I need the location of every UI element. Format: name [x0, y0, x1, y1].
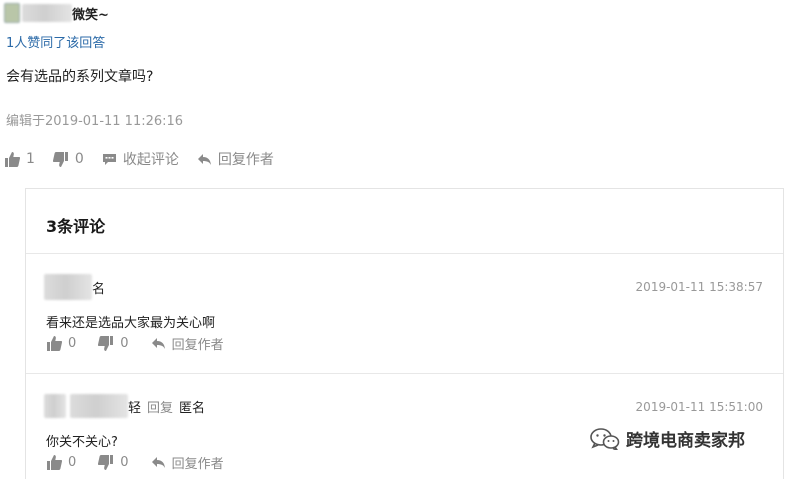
answer-content: 会有选品的系列文章吗?: [6, 69, 154, 85]
divider: [26, 253, 783, 254]
comment-downvote-count: 0: [120, 455, 129, 470]
answer-action-bar: 1 0 收起评论 回复作者: [4, 149, 292, 169]
comment-reply-author-button[interactable]: 回复作者: [151, 334, 224, 353]
comment-downvote-button[interactable]: 0: [98, 455, 129, 470]
liked-count-link[interactable]: 1人赞同了该回答: [6, 32, 105, 51]
reply-to-user[interactable]: 匿名: [179, 397, 205, 416]
reply-icon: [197, 153, 211, 165]
comment-upvote-button[interactable]: 0: [46, 455, 76, 470]
comment-time: 2019-01-11 15:51:00: [635, 400, 763, 414]
comment-author[interactable]: 轻 回复 匿名: [44, 394, 205, 418]
comment-actions: 0 0 回复作者: [46, 334, 246, 353]
comment-time: 2019-01-11 15:38:57: [635, 280, 763, 294]
downvote-count: 0: [74, 151, 84, 167]
divider: [26, 373, 783, 374]
reply-keyword: 回复: [147, 400, 174, 416]
thumbs-down-icon: [98, 336, 114, 351]
author-name-suffix: 微笑~: [72, 7, 109, 23]
thumbs-down-icon: [52, 151, 68, 167]
reply-icon: [151, 457, 165, 468]
comment-author-suffix: 名: [92, 281, 106, 297]
collapse-comments-button[interactable]: 收起评论: [102, 149, 179, 169]
comment-downvote-count: 0: [120, 336, 129, 351]
comment-author-avatar-blurred: [44, 394, 66, 418]
comment-reply-author-button[interactable]: 回复作者: [151, 453, 224, 472]
downvote-button[interactable]: 0: [52, 151, 84, 167]
reply-author-label: 回复作者: [217, 152, 274, 168]
comment-author-suffix: 轻: [128, 400, 142, 416]
collapse-comments-label: 收起评论: [122, 152, 179, 168]
answer-author[interactable]: 微笑~: [4, 3, 109, 23]
comment-reply-author-label: 回复作者: [171, 457, 224, 472]
comment-author-name-blurred: [70, 394, 128, 418]
thumbs-up-icon: [5, 151, 20, 167]
comment-text: 你关不关心?: [46, 435, 118, 450]
author-name-blurred: [22, 4, 72, 22]
reply-author-button[interactable]: 回复作者: [197, 149, 274, 169]
comment-upvote-button[interactable]: 0: [46, 336, 76, 351]
comment-text: 看来还是选品大家最为关心啊: [46, 316, 216, 331]
author-avatar[interactable]: [4, 3, 20, 23]
thumbs-down-icon: [98, 455, 114, 470]
edited-timestamp: 编辑于2019-01-11 11:26:16: [6, 114, 184, 129]
comment-actions: 0 0 回复作者: [46, 453, 246, 472]
comment-author-name-blurred: [44, 274, 92, 300]
wechat-icon: [590, 427, 620, 450]
watermark-text: 跨境电商卖家邦: [626, 431, 745, 451]
comment-author[interactable]: 名: [44, 274, 105, 300]
comment-icon: [102, 153, 116, 165]
comment-downvote-button[interactable]: 0: [98, 336, 129, 351]
upvote-button[interactable]: 1: [4, 151, 35, 167]
thumbs-up-icon: [47, 455, 62, 470]
comment-reply-author-label: 回复作者: [171, 338, 224, 353]
comment-upvote-count: 0: [68, 455, 77, 470]
comments-count-title: 3条评论: [46, 217, 106, 236]
comment-upvote-count: 0: [68, 336, 77, 351]
reply-icon: [151, 338, 165, 349]
thumbs-up-icon: [47, 336, 62, 351]
watermark: 跨境电商卖家邦: [590, 426, 745, 451]
upvote-count: 1: [26, 151, 35, 167]
